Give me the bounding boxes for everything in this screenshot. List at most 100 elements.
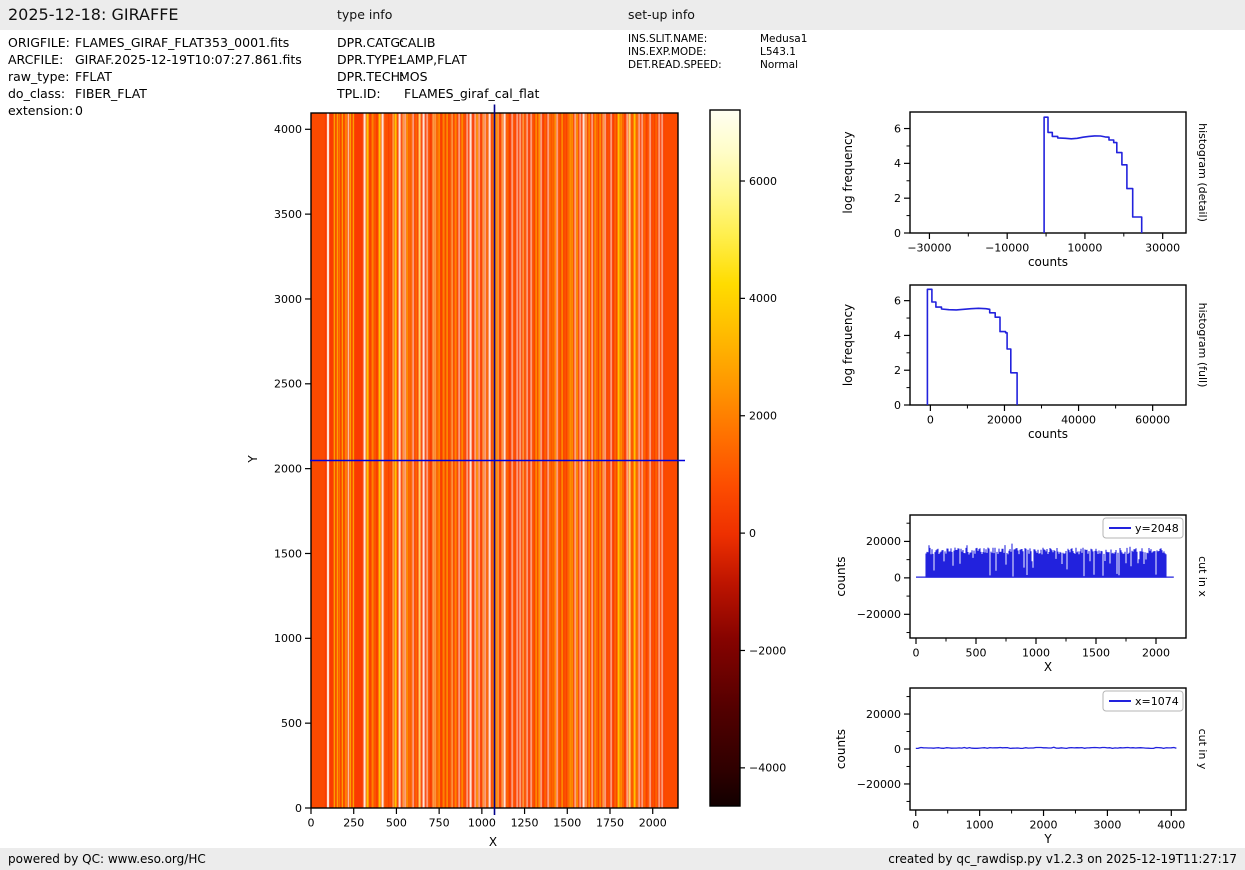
right-axis-label: cut in y xyxy=(1196,729,1209,770)
x-axis-label: Y xyxy=(1043,832,1052,846)
field-value: FIBER_FLAT xyxy=(75,86,147,101)
field-label: DPR.TECH: xyxy=(337,68,399,85)
data-curve xyxy=(1044,117,1142,233)
x-axis-label: counts xyxy=(1028,427,1068,441)
axis-frame xyxy=(710,110,740,806)
x-tick-label: 0 xyxy=(913,647,920,660)
file-info-row: ORIGFILE:FLAMES_GIRAF_FLAT353_0001.fits xyxy=(8,34,302,51)
x-tick-label: 1250 xyxy=(511,817,539,830)
axis-frame xyxy=(910,688,1186,810)
y-tick-label: 0 xyxy=(295,802,302,815)
x-tick-label: 40000 xyxy=(1061,414,1096,427)
field-value: FLAMES_giraf_cal_flat xyxy=(399,86,539,101)
footer-bar: powered by QC: www.eso.org/HC created by… xyxy=(0,848,1245,870)
x-tick-label: 1000 xyxy=(468,817,496,830)
file-info-row: raw_type:FFLAT xyxy=(8,68,302,85)
x-tick-label: 2000 xyxy=(639,817,667,830)
x-tick-label: 4000 xyxy=(1157,819,1185,832)
y-tick-label: 4000 xyxy=(274,123,302,136)
field-value: CALIB xyxy=(399,35,436,50)
field-label: raw_type: xyxy=(8,68,75,85)
footer-created-by: created by qc_rawdisp.py v1.2.3 on 2025-… xyxy=(888,848,1237,870)
colorbar-tick-label: 0 xyxy=(749,527,756,540)
x-tick-label: −30000 xyxy=(907,242,951,255)
field-value: GIRAF.2025-12-19T10:07:27.861.fits xyxy=(75,52,302,67)
x-tick-label: 0 xyxy=(308,817,315,830)
field-value: Normal xyxy=(760,59,798,71)
x-tick-label: −10000 xyxy=(985,242,1029,255)
y-tick-label: 0 xyxy=(894,572,901,585)
field-label: extension: xyxy=(8,102,75,119)
y-axis-label: Y xyxy=(246,455,260,464)
colorbar-tick-label: 4000 xyxy=(749,292,777,305)
y-tick-label: 4 xyxy=(894,157,901,170)
header-bar: 2025-12-18: GIRAFFE type info set-up inf… xyxy=(0,0,1245,30)
x-tick-label: 10000 xyxy=(1067,242,1102,255)
x-tick-label: 750 xyxy=(429,817,450,830)
y-tick-label: 3000 xyxy=(274,293,302,306)
colorbar-tick-label: 6000 xyxy=(749,175,777,188)
y-tick-label: 6 xyxy=(894,122,901,135)
x-tick-label: 60000 xyxy=(1135,414,1170,427)
y-tick-label: 500 xyxy=(281,717,302,730)
y-tick-label: 2000 xyxy=(274,462,302,475)
y-tick-label: 2 xyxy=(894,364,901,377)
x-tick-label: 250 xyxy=(343,817,364,830)
setup-info-row: DET.READ.SPEED:Normal xyxy=(628,59,807,72)
footer-powered-by: powered by QC: www.eso.org/HC xyxy=(8,848,206,870)
y-tick-label: −20000 xyxy=(857,778,901,791)
y-tick-label: 20000 xyxy=(866,708,901,721)
x-tick-label: 0 xyxy=(912,819,919,832)
histogram-detail-plot: −30000−1000010000300000246log frequencyc… xyxy=(841,112,1209,269)
y-axis-label: log frequency xyxy=(841,131,855,213)
y-tick-label: 0 xyxy=(894,227,901,240)
field-value: FLAMES_GIRAF_FLAT353_0001.fits xyxy=(75,35,289,50)
field-label: do_class: xyxy=(8,85,75,102)
axis-frame xyxy=(910,515,1186,638)
colorbar-tick-label: −2000 xyxy=(749,644,786,657)
page-title: 2025-12-18: GIRAFFE xyxy=(8,0,179,30)
x-tick-label: 0 xyxy=(927,414,934,427)
y-tick-label: 20000 xyxy=(866,535,901,548)
x-tick-label: 500 xyxy=(966,647,987,660)
x-tick-label: 1750 xyxy=(596,817,624,830)
field-label: DET.READ.SPEED: xyxy=(628,59,760,72)
y-tick-label: 6 xyxy=(894,294,901,307)
field-value: LAMP,FLAT xyxy=(399,52,467,67)
x-tick-label: 500 xyxy=(386,817,407,830)
field-label: ORIGFILE: xyxy=(8,34,75,51)
field-label: DPR.TYPE: xyxy=(337,51,399,68)
field-label: INS.SLIT.NAME: xyxy=(628,33,760,46)
setup-info-row: INS.EXP.MODE:L543.1 xyxy=(628,46,807,59)
x-axis-label: counts xyxy=(1028,255,1068,269)
y-tick-label: 0 xyxy=(894,743,901,756)
field-value: L543.1 xyxy=(760,46,796,58)
legend-box xyxy=(1103,518,1183,538)
legend-box xyxy=(1103,691,1183,711)
colorbar-gradient xyxy=(710,110,740,806)
x-axis-label: X xyxy=(489,835,497,849)
y-axis-label: counts xyxy=(834,556,848,596)
setup-info-row: INS.SLIT.NAME:Medusa1 xyxy=(628,33,807,46)
section-header-setup-info: set-up info xyxy=(628,0,695,30)
field-value: 0 xyxy=(75,103,83,118)
file-info-row: extension:0 xyxy=(8,102,302,119)
x-tick-label: 1500 xyxy=(1082,647,1110,660)
cut-in-x-plot: 0500100015002000−20000020000countsXcut i… xyxy=(834,515,1209,674)
section-header-type-info: type info xyxy=(337,0,392,30)
field-label: DPR.CATG: xyxy=(337,34,399,51)
field-label: INS.EXP.MODE: xyxy=(628,46,760,59)
data-curve xyxy=(916,747,1177,748)
file-info-row: do_class:FIBER_FLAT xyxy=(8,85,302,102)
x-tick-label: 2000 xyxy=(1030,819,1058,832)
field-value: FFLAT xyxy=(75,69,112,84)
histogram-full-plot: 02000040000600000246log frequencycountsh… xyxy=(841,285,1209,441)
x-tick-label: 2000 xyxy=(1142,647,1170,660)
y-tick-label: 3500 xyxy=(274,208,302,221)
type-info-row: DPR.TYPE:LAMP,FLAT xyxy=(337,51,539,68)
y-tick-label: −20000 xyxy=(857,608,901,621)
file-info-block: ORIGFILE:FLAMES_GIRAF_FLAT353_0001.fits … xyxy=(8,34,302,119)
legend-label: y=2048 xyxy=(1135,522,1179,535)
raw-image-canvas xyxy=(311,113,678,808)
x-tick-label: 20000 xyxy=(987,414,1022,427)
